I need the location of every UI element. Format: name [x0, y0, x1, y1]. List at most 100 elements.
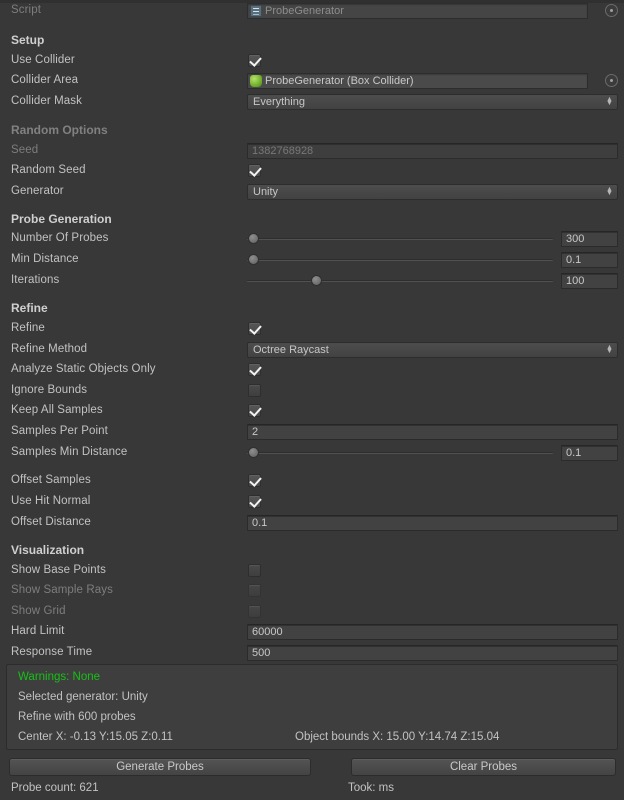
input-number-of-probes[interactable]: 300: [561, 231, 618, 247]
checkbox-show-base-points[interactable]: [248, 564, 261, 577]
input-samples-min-distance[interactable]: 0.1: [561, 445, 618, 461]
slider-min-distance[interactable]: [247, 252, 553, 268]
checkbox-show-grid[interactable]: [248, 605, 261, 618]
header-setup-text: Setup: [11, 33, 45, 47]
section-header-refine: Refine: [0, 298, 624, 319]
slider-knob[interactable]: [310, 275, 322, 286]
dropdown-refine-method-value: Octree Raycast: [253, 344, 329, 356]
label-collider-area: Collider Area: [11, 74, 79, 86]
script-object-value: ProbeGenerator: [265, 4, 344, 17]
label-min-distance: Min Distance: [11, 253, 79, 265]
checkbox-ignore-bounds[interactable]: [248, 384, 261, 397]
dropdown-refine-method[interactable]: Octree Raycast ▲ ▼: [247, 342, 618, 358]
input-min-distance[interactable]: 0.1: [561, 252, 618, 268]
row-offset-samples: Offset Samples: [0, 470, 624, 491]
dropdown-generator-value: Unity: [253, 186, 279, 198]
label-offset-samples: Offset Samples: [11, 474, 91, 486]
label-collider-mask: Collider Mask: [11, 95, 82, 107]
chevron-updown-icon: ▲ ▼: [606, 96, 613, 107]
row-use-collider: Use Collider: [0, 50, 624, 71]
input-hard-limit[interactable]: 60000: [247, 624, 618, 640]
label-use-collider: Use Collider: [11, 54, 75, 66]
checkbox-random-seed[interactable]: [248, 164, 261, 177]
slider-track: [247, 452, 553, 454]
dropdown-collider-mask[interactable]: Everything ▲ ▼: [247, 94, 618, 110]
slider-knob[interactable]: [248, 447, 260, 458]
label-seed: Seed: [11, 144, 39, 156]
label-use-hit-normal: Use Hit Normal: [11, 495, 91, 507]
input-iterations[interactable]: 100: [561, 273, 618, 289]
row-refine-method: Refine Method Octree Raycast ▲ ▼: [0, 339, 624, 360]
slider-track: [247, 238, 553, 240]
checkbox-offset-samples[interactable]: [248, 474, 261, 487]
row-show-grid: Show Grid: [0, 601, 624, 622]
row-show-sample-rays: Show Sample Rays: [0, 580, 624, 601]
object-bounds-text: Object bounds X: 15.00 Y:14.74 Z:15.04: [295, 731, 500, 743]
row-collider-mask: Collider Mask Everything ▲ ▼: [0, 91, 624, 112]
row-use-hit-normal: Use Hit Normal: [0, 491, 624, 512]
checkbox-use-collider[interactable]: [248, 54, 261, 67]
label-analyze-static-objects-only: Analyze Static Objects Only: [11, 363, 156, 375]
input-seed[interactable]: 1382768928: [247, 143, 618, 159]
row-show-base-points: Show Base Points: [0, 560, 624, 581]
row-response-time: Response Time 500: [0, 642, 624, 663]
slider-knob[interactable]: [248, 254, 260, 265]
label-number-of-probes: Number Of Probes: [11, 232, 109, 244]
slider-number-of-probes[interactable]: [247, 231, 553, 247]
checkbox-show-sample-rays[interactable]: [248, 584, 261, 597]
header-random-options-text: Random Options: [11, 123, 108, 137]
label-hard-limit: Hard Limit: [11, 625, 65, 637]
label-iterations: Iterations: [11, 274, 60, 286]
dropdown-collider-mask-value: Everything: [253, 96, 305, 108]
input-response-time[interactable]: 500: [247, 645, 618, 661]
chevron-updown-icon: ▲ ▼: [606, 344, 613, 355]
row-hard-limit: Hard Limit 60000: [0, 621, 624, 642]
dropdown-generator[interactable]: Unity ▲ ▼: [247, 184, 618, 200]
label-keep-all-samples: Keep All Samples: [11, 404, 103, 416]
label-samples-per-point: Samples Per Point: [11, 425, 108, 437]
collider-area-object-field[interactable]: ProbeGenerator (Box Collider): [247, 73, 588, 89]
slider-track: [247, 259, 553, 261]
chevron-updown-icon: ▲ ▼: [606, 186, 613, 197]
input-samples-per-point[interactable]: 2: [247, 424, 618, 440]
script-object-field[interactable]: ProbeGenerator: [247, 3, 588, 19]
took-status: Took: ms: [348, 782, 395, 794]
checkbox-keep-all-samples[interactable]: [248, 404, 261, 417]
refine-probes-text: Refine with 600 probes: [18, 711, 136, 723]
header-probe-generation-text: Probe Generation: [11, 212, 112, 226]
generate-probes-button[interactable]: Generate Probes: [9, 758, 311, 776]
collider-area-object-picker-icon[interactable]: [605, 74, 618, 87]
clear-probes-button[interactable]: Clear Probes: [351, 758, 616, 776]
section-header-visualization: Visualization: [0, 540, 624, 561]
row-min-distance: Min Distance 0.1: [0, 249, 624, 270]
label-refine: Refine: [11, 322, 45, 334]
row-keep-all-samples: Keep All Samples: [0, 400, 624, 421]
checkbox-use-hit-normal[interactable]: [248, 495, 261, 508]
row-samples-per-point: Samples Per Point 2: [0, 421, 624, 442]
header-refine-text: Refine: [11, 301, 48, 315]
row-samples-min-distance: Samples Min Distance 0.1: [0, 442, 624, 463]
row-iterations: Iterations 100: [0, 270, 624, 291]
row-script: Script ProbeGenerator: [0, 0, 624, 21]
label-ignore-bounds: Ignore Bounds: [11, 384, 88, 396]
label-offset-distance: Offset Distance: [11, 516, 91, 528]
slider-track: [247, 280, 553, 282]
unity-inspector-panel: Script ProbeGenerator Setup Use Collider…: [0, 0, 624, 800]
input-offset-distance[interactable]: 0.1: [247, 515, 618, 531]
label-generator: Generator: [11, 185, 64, 197]
selected-generator-text: Selected generator: Unity: [18, 691, 148, 703]
checkbox-refine[interactable]: [248, 322, 261, 335]
slider-knob[interactable]: [248, 233, 260, 244]
label-show-sample-rays: Show Sample Rays: [11, 584, 113, 596]
section-header-probe-generation: Probe Generation: [0, 209, 624, 230]
row-analyze-static-objects-only: Analyze Static Objects Only: [0, 359, 624, 380]
label-show-grid: Show Grid: [11, 605, 66, 617]
row-generator: Generator Unity ▲ ▼: [0, 181, 624, 202]
slider-iterations[interactable]: [247, 273, 553, 289]
slider-samples-min-distance[interactable]: [247, 445, 553, 461]
collider-area-value: ProbeGenerator (Box Collider): [265, 74, 414, 87]
row-collider-area: Collider Area ProbeGenerator (Box Collid…: [0, 70, 624, 91]
checkbox-analyze-static-objects-only[interactable]: [248, 363, 261, 376]
script-object-picker-icon[interactable]: [605, 4, 618, 17]
label-refine-method: Refine Method: [11, 343, 88, 355]
